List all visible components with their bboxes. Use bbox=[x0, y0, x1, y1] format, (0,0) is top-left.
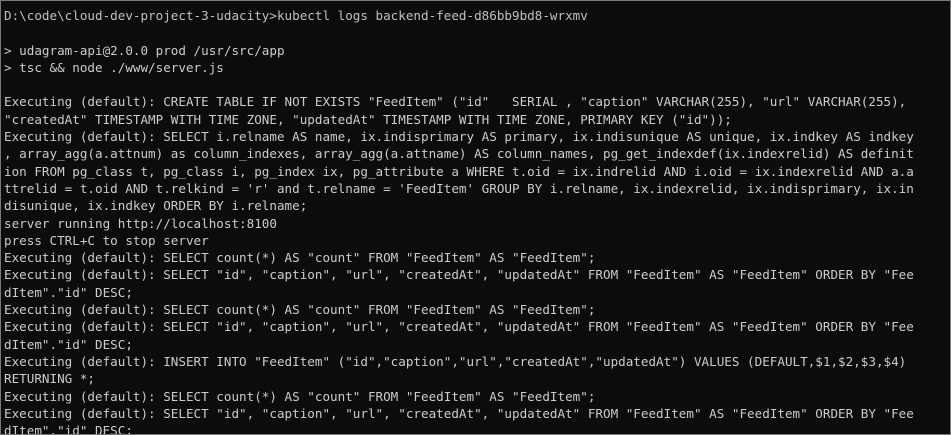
terminal-line: > tsc && node ./www/server.js bbox=[4, 59, 224, 75]
terminal-line: Executing (default): SELECT count(*) AS … bbox=[4, 250, 596, 266]
terminal-line: dItem"."id" DESC; bbox=[4, 336, 133, 352]
terminal-line: Executing (default): SELECT "id", "capti… bbox=[4, 319, 914, 335]
terminal-output: D:\code\cloud-dev-project-3-udacity>kube… bbox=[4, 7, 950, 435]
terminal-line: Executing (default): SELECT count(*) AS … bbox=[4, 388, 596, 404]
terminal-line: Executing (default): CREATE TABLE IF NOT… bbox=[4, 94, 907, 110]
terminal-line: Executing (default): SELECT "id", "capti… bbox=[4, 267, 914, 283]
terminal-line: Executing (default): SELECT i.relname AS… bbox=[4, 129, 914, 145]
terminal-line: dItem"."id" DESC; bbox=[4, 423, 133, 435]
terminal-line: ion FROM pg_class t, pg_class i, pg_inde… bbox=[4, 163, 914, 179]
terminal-line: Executing (default): SELECT "id", "capti… bbox=[4, 405, 914, 421]
terminal-line: "createdAt" TIMESTAMP WITH TIME ZONE, "u… bbox=[4, 111, 732, 127]
terminal-line: Executing (default): INSERT INTO "FeedIt… bbox=[4, 353, 907, 369]
terminal-line: Executing (default): SELECT count(*) AS … bbox=[4, 302, 596, 318]
terminal-line: > udagram-api@2.0.0 prod /usr/src/app bbox=[4, 42, 285, 58]
terminal-window[interactable]: D:\code\cloud-dev-project-3-udacity>kube… bbox=[0, 0, 951, 435]
terminal-line: ttrelid = t.oid AND t.relkind = 'r' and … bbox=[4, 180, 914, 196]
terminal-line: RETURNING *; bbox=[4, 371, 95, 387]
terminal-line: disunique, ix.indkey ORDER BY i.relname; bbox=[4, 198, 308, 214]
terminal-line: press CTRL+C to stop server bbox=[4, 232, 209, 248]
terminal-line: , array_agg(a.attnum) as column_indexes,… bbox=[4, 146, 914, 162]
terminal-line: server running http://localhost:8100 bbox=[4, 215, 277, 231]
terminal-line-command: D:\code\cloud-dev-project-3-udacity>kube… bbox=[4, 8, 588, 23]
terminal-line: dItem"."id" DESC; bbox=[4, 284, 133, 300]
